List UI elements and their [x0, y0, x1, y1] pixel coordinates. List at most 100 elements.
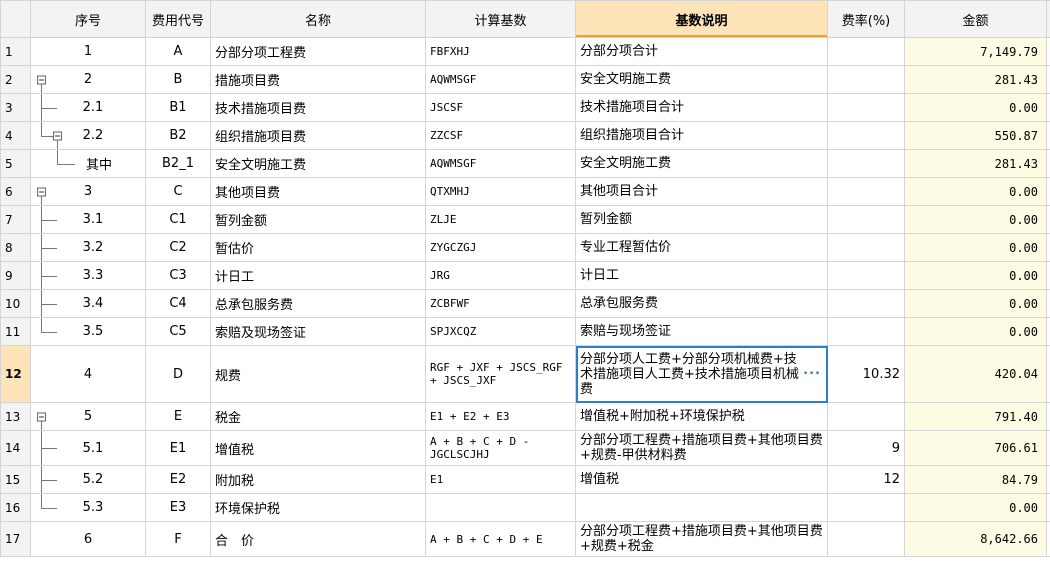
- code-cell[interactable]: C2: [145, 233, 211, 262]
- amount-cell[interactable]: 0.00: [904, 289, 1047, 318]
- extra-cell[interactable]: [1046, 65, 1050, 94]
- extra-cell[interactable]: [1046, 205, 1050, 234]
- collapse-toggle-icon[interactable]: [53, 131, 62, 140]
- code-cell[interactable]: B: [145, 65, 211, 94]
- desc-cell[interactable]: 总承包服务费: [575, 289, 828, 318]
- code-cell[interactable]: E3: [145, 493, 211, 522]
- seq-cell[interactable]: 6: [30, 521, 146, 557]
- table-row[interactable]: 15 5.2 E2 附加税 E1 增值税 12 84.79: [0, 465, 1050, 494]
- code-cell[interactable]: E2: [145, 465, 211, 494]
- table-row[interactable]: 10 3.4 C4 总承包服务费 ZCBFWF 总承包服务费 0.00: [0, 289, 1050, 318]
- name-cell[interactable]: 税金: [210, 402, 426, 431]
- amount-cell[interactable]: 0.00: [904, 317, 1047, 346]
- rate-cell[interactable]: [827, 317, 905, 346]
- desc-cell[interactable]: 分部分项工程费+措施项目费+其他项目费+规费+税金: [575, 521, 828, 557]
- rate-cell[interactable]: [827, 233, 905, 262]
- base-cell[interactable]: RGF + JXF + JSCS_RGF + JSCS_JXF: [425, 345, 576, 403]
- table-row[interactable]: 13 5 E 税金 E1 + E2 + E3 增值税+附加税+环境保护税 791.40: [0, 402, 1050, 431]
- base-cell[interactable]: ZZCSF: [425, 121, 576, 150]
- desc-cell[interactable]: 分部分项合计: [575, 37, 828, 66]
- seq-cell[interactable]: 5.3: [30, 493, 146, 522]
- name-cell[interactable]: 技术措施项目费: [210, 93, 426, 122]
- rate-cell[interactable]: [827, 261, 905, 290]
- desc-cell[interactable]: 暂列金额: [575, 205, 828, 234]
- amount-cell[interactable]: 281.43: [904, 65, 1047, 94]
- base-cell[interactable]: QTXMHJ: [425, 177, 576, 206]
- table-row[interactable]: 8 3.2 C2 暂估价 ZYGCZGJ 专业工程暂估价 0.00: [0, 233, 1050, 262]
- code-cell[interactable]: A: [145, 37, 211, 66]
- desc-cell[interactable]: 专业工程暂估价: [575, 233, 828, 262]
- amount-cell[interactable]: 84.79: [904, 465, 1047, 494]
- extra-cell[interactable]: [1046, 317, 1050, 346]
- extra-cell[interactable]: [1046, 493, 1050, 522]
- header-rownum[interactable]: [0, 0, 31, 38]
- amount-cell[interactable]: 420.04: [904, 345, 1047, 403]
- name-cell[interactable]: 索赔及现场签证: [210, 317, 426, 346]
- extra-cell[interactable]: [1046, 93, 1050, 122]
- desc-cell[interactable]: 分部分项人工费+分部分项机械费+技术措施项目人工费+技术措施项目机械费 ···: [575, 345, 828, 403]
- amount-cell[interactable]: 0.00: [904, 93, 1047, 122]
- extra-cell[interactable]: [1046, 149, 1050, 178]
- ellipsis-button-icon[interactable]: ···: [803, 367, 821, 382]
- table-row[interactable]: 1 1 A 分部分项工程费 FBFXHJ 分部分项合计 7,149.79: [0, 37, 1050, 66]
- seq-cell[interactable]: 2.2: [30, 121, 146, 150]
- desc-cell[interactable]: 技术措施项目合计: [575, 93, 828, 122]
- row-number[interactable]: 16: [0, 493, 31, 522]
- extra-cell[interactable]: [1046, 261, 1050, 290]
- rate-cell[interactable]: [827, 121, 905, 150]
- amount-cell[interactable]: 281.43: [904, 149, 1047, 178]
- header-seq[interactable]: 序号: [30, 0, 146, 38]
- seq-cell[interactable]: 3.1: [30, 205, 146, 234]
- name-cell[interactable]: 暂列金额: [210, 205, 426, 234]
- row-number[interactable]: 3: [0, 93, 31, 122]
- table-row[interactable]: 2 2 B 措施项目费 AQWMSGF 安全文明施工费 281.43: [0, 65, 1050, 94]
- row-number[interactable]: 9: [0, 261, 31, 290]
- name-cell[interactable]: 措施项目费: [210, 65, 426, 94]
- name-cell[interactable]: 增值税: [210, 430, 426, 466]
- extra-cell[interactable]: [1046, 289, 1050, 318]
- header-desc[interactable]: 基数说明: [575, 0, 828, 38]
- desc-cell[interactable]: [575, 493, 828, 522]
- table-row[interactable]: 6 3 C 其他项目费 QTXMHJ 其他项目合计 0.00: [0, 177, 1050, 206]
- rate-cell[interactable]: [827, 149, 905, 178]
- desc-cell[interactable]: 分部分项工程费+措施项目费+其他项目费+规费-甲供材料费: [575, 430, 828, 466]
- base-cell[interactable]: E1: [425, 465, 576, 494]
- seq-cell[interactable]: 其中: [30, 149, 146, 178]
- code-cell[interactable]: C4: [145, 289, 211, 318]
- rate-cell[interactable]: [827, 65, 905, 94]
- rate-cell[interactable]: [827, 37, 905, 66]
- header-amount[interactable]: 金额: [904, 0, 1047, 38]
- amount-cell[interactable]: 0.00: [904, 233, 1047, 262]
- extra-cell[interactable]: [1046, 402, 1050, 431]
- rate-cell[interactable]: 10.32: [827, 345, 905, 403]
- row-number[interactable]: 15: [0, 465, 31, 494]
- extra-cell[interactable]: [1046, 37, 1050, 66]
- row-number[interactable]: 4: [0, 121, 31, 150]
- extra-cell[interactable]: [1046, 430, 1050, 466]
- table-row[interactable]: 12 4 D 规费 RGF + JXF + JSCS_RGF + JSCS_JXF 分部分…: [0, 345, 1050, 403]
- seq-cell[interactable]: 3: [30, 177, 146, 206]
- table-row[interactable]: 16 5.3 E3 环境保护税 0.00: [0, 493, 1050, 522]
- amount-cell[interactable]: 791.40: [904, 402, 1047, 431]
- rate-cell[interactable]: 9: [827, 430, 905, 466]
- row-number[interactable]: 8: [0, 233, 31, 262]
- amount-cell[interactable]: 0.00: [904, 205, 1047, 234]
- code-cell[interactable]: E1: [145, 430, 211, 466]
- base-cell[interactable]: ZYGCZGJ: [425, 233, 576, 262]
- table-row[interactable]: 5 其中 B2_1 安全文明施工费 AQWMSGF 安全文明施工费 281.43: [0, 149, 1050, 178]
- seq-cell[interactable]: 3.5: [30, 317, 146, 346]
- row-number[interactable]: 7: [0, 205, 31, 234]
- extra-cell[interactable]: [1046, 465, 1050, 494]
- code-cell[interactable]: B2: [145, 121, 211, 150]
- code-cell[interactable]: B2_1: [145, 149, 211, 178]
- rate-cell[interactable]: [827, 521, 905, 557]
- header-code[interactable]: 费用代号: [145, 0, 211, 38]
- extra-cell[interactable]: [1046, 521, 1050, 557]
- amount-cell[interactable]: 0.00: [904, 493, 1047, 522]
- seq-cell[interactable]: 4: [30, 345, 146, 403]
- rate-cell[interactable]: [827, 289, 905, 318]
- desc-cell[interactable]: 增值税: [575, 465, 828, 494]
- desc-cell[interactable]: 安全文明施工费: [575, 65, 828, 94]
- code-cell[interactable]: C: [145, 177, 211, 206]
- amount-cell[interactable]: 706.61: [904, 430, 1047, 466]
